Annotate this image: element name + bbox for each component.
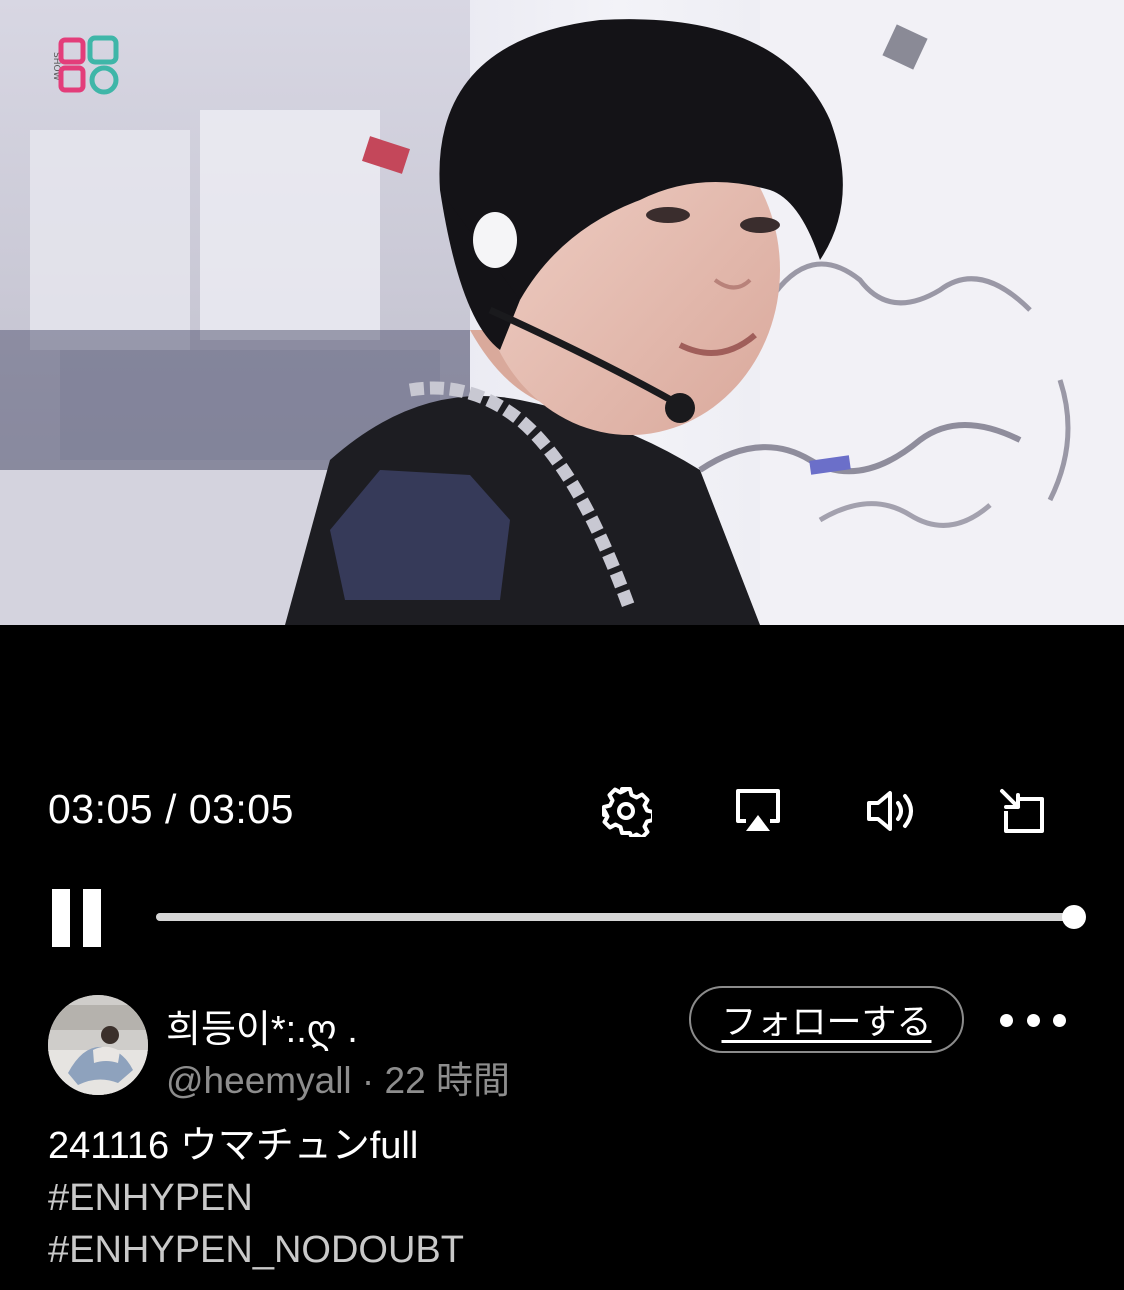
exit-fullscreen-icon — [1000, 789, 1044, 833]
settings-button[interactable] — [598, 783, 654, 839]
post-time: 22 時間 — [384, 1060, 510, 1101]
airplay-button[interactable] — [730, 783, 786, 839]
hashtag-link[interactable]: #ENHYPEN — [48, 1172, 464, 1224]
pause-icon-bar — [83, 889, 101, 947]
avatar[interactable] — [48, 995, 148, 1095]
seek-bar[interactable] — [156, 905, 1086, 929]
more-options-button[interactable] — [1000, 1000, 1066, 1040]
author-meta: @heemyall · 22 時間 — [166, 1050, 510, 1104]
video-frame[interactable]: SHOW — [0, 0, 1124, 625]
post-caption: 241116 ウマチュンfull #ENHYPEN #ENHYPEN_NODOU… — [48, 1120, 464, 1276]
seek-bar-progress — [156, 913, 1074, 921]
follow-button[interactable]: フォローする — [689, 986, 964, 1053]
gear-icon — [602, 787, 652, 837]
more-icon-dot — [1026, 1013, 1040, 1027]
avatar-image — [48, 995, 148, 1095]
more-icon-dot — [1053, 1013, 1066, 1027]
more-icon — [1000, 1013, 1013, 1027]
seek-bar-knob[interactable] — [1062, 905, 1086, 929]
pause-button[interactable] — [50, 889, 104, 947]
volume-button[interactable] — [862, 783, 918, 839]
time-display: 03:05 / 03:05 — [48, 786, 294, 832]
caption-text: 241116 ウマチュンfull — [48, 1125, 419, 1167]
meta-separator: · — [351, 1060, 385, 1101]
airplay-icon — [736, 789, 780, 831]
hashtag-link[interactable]: #ENHYPEN_NODOUBT — [48, 1224, 464, 1276]
author-display-name[interactable]: 희등이*:.ღ . — [166, 998, 358, 1053]
exit-fullscreen-button[interactable] — [994, 783, 1050, 839]
broadcast-logo: SHOW — [44, 34, 126, 98]
video-still — [0, 0, 1124, 625]
speaker-icon — [867, 791, 913, 831]
author-handle[interactable]: @heemyall — [166, 1060, 352, 1101]
pause-icon — [52, 889, 70, 947]
